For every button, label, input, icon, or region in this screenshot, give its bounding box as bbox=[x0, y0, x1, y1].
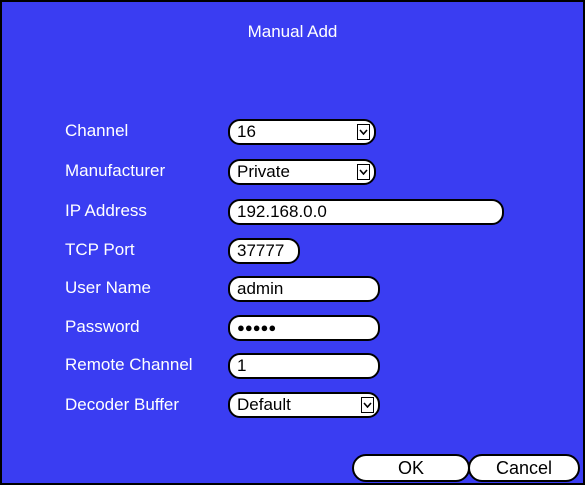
user-name-input[interactable]: admin bbox=[228, 276, 380, 302]
decoder-buffer-value: Default bbox=[237, 395, 291, 414]
manual-add-dialog: Manual Add Channel 16 Manufacturer Priva… bbox=[0, 0, 585, 485]
ok-button[interactable]: OK bbox=[352, 454, 470, 482]
channel-select[interactable]: 16 bbox=[228, 119, 376, 145]
channel-value: 16 bbox=[237, 122, 256, 141]
manufacturer-label: Manufacturer bbox=[65, 161, 166, 180]
decoder-buffer-select[interactable]: Default bbox=[228, 392, 380, 418]
channel-label: Channel bbox=[65, 121, 129, 140]
ip-address-input[interactable]: 192.168.0.0 bbox=[228, 199, 504, 225]
user-name-value: admin bbox=[237, 279, 284, 298]
cancel-button[interactable]: Cancel bbox=[468, 454, 580, 482]
dialog-title: Manual Add bbox=[247, 22, 338, 41]
remote-channel-label: Remote Channel bbox=[65, 355, 193, 374]
tcp-port-input[interactable]: 37777 bbox=[228, 238, 300, 264]
user-name-label: User Name bbox=[65, 278, 151, 297]
password-label: Password bbox=[65, 317, 140, 336]
manufacturer-value: Private bbox=[237, 162, 290, 181]
chevron-down-icon[interactable] bbox=[361, 397, 374, 413]
ip-address-value: 192.168.0.0 bbox=[237, 202, 327, 221]
remote-channel-value: 1 bbox=[237, 356, 247, 375]
manufacturer-select[interactable]: Private bbox=[228, 159, 376, 185]
tcp-port-label: TCP Port bbox=[65, 240, 135, 259]
chevron-down-icon[interactable] bbox=[357, 164, 370, 180]
chevron-down-icon[interactable] bbox=[357, 124, 370, 140]
remote-channel-input[interactable]: 1 bbox=[228, 353, 380, 379]
decoder-buffer-label: Decoder Buffer bbox=[65, 395, 180, 414]
password-input[interactable]: ●●●●● bbox=[228, 315, 380, 341]
ip-address-label: IP Address bbox=[65, 201, 147, 220]
password-value: ●●●●● bbox=[237, 320, 277, 335]
tcp-port-value: 37777 bbox=[237, 241, 285, 260]
